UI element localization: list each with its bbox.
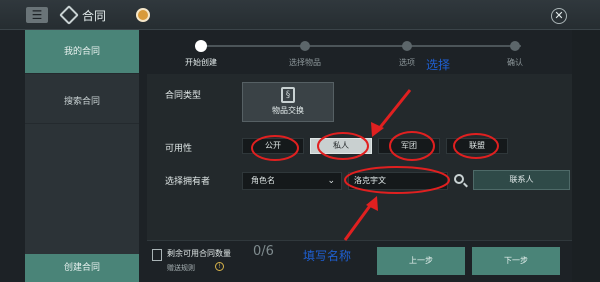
sidebar-item-search-contracts[interactable]: 搜索合同: [25, 80, 139, 124]
window-title: 合同: [82, 9, 107, 23]
gift-rules-label[interactable]: 赠送规则: [167, 263, 195, 273]
remaining-contracts-label: 剩余可用合同数量: [167, 249, 231, 258]
contract-type-label: 合同类型: [165, 91, 202, 101]
main-panel: 开始创建 选择物品 选项 确认 合同类型 § 物品交换 可用性 公开 私人 军团…: [147, 30, 572, 282]
remaining-contracts-count: 0/6: [253, 244, 274, 259]
search-icon[interactable]: [454, 174, 464, 184]
owner-label: 选择拥有者: [165, 177, 211, 187]
chevron-down-icon: ⌄: [327, 176, 335, 186]
previous-step-button[interactable]: 上一步: [377, 247, 465, 275]
right-panel-strip: [572, 30, 600, 282]
contract-type-item-label: 物品交换: [272, 106, 304, 115]
scroll-icon: §: [281, 87, 295, 103]
step-label-select-items: 选择物品: [289, 58, 321, 67]
availability-corporation[interactable]: 军团: [378, 138, 440, 154]
sidebar: 我的合同 搜索合同 创建合同: [25, 30, 139, 282]
step-dot-start: [195, 40, 207, 52]
sidebar-item-my-contracts[interactable]: 我的合同: [25, 30, 139, 74]
next-step-button[interactable]: 下一步: [472, 247, 560, 275]
owner-type-select[interactable]: 角色名 ⌄: [242, 172, 342, 190]
contract-type-item-exchange[interactable]: § 物品交换: [242, 82, 334, 122]
contacts-button[interactable]: 联系人: [473, 170, 570, 190]
radio-icon[interactable]: [136, 8, 150, 22]
footer-bar: 剩余可用合同数量 0/6 赠送规则 ! 上一步 下一步: [147, 240, 572, 282]
title-bar: ☰ 合同 ✕: [0, 0, 600, 30]
hexagon-icon: [59, 5, 79, 25]
annotation-text-choose: 选择: [426, 58, 451, 72]
availability-alliance[interactable]: 联盟: [446, 138, 508, 154]
step-label-confirm: 确认: [507, 58, 523, 67]
owner-name-input[interactable]: 洛克宇文: [348, 172, 448, 190]
warning-icon[interactable]: !: [215, 262, 224, 271]
close-icon[interactable]: ✕: [551, 8, 567, 24]
menu-icon[interactable]: ☰: [26, 7, 48, 23]
document-icon: [152, 249, 162, 261]
owner-type-value: 角色名: [251, 176, 275, 185]
availability-label: 可用性: [165, 144, 193, 154]
availability-public[interactable]: 公开: [242, 138, 304, 154]
step-progress: 开始创建 选择物品 选项 确认: [147, 30, 572, 74]
step-dot-options: [402, 41, 412, 51]
step-dot-confirm: [510, 41, 520, 51]
annotation-text-fill-name: 填写名称: [303, 249, 352, 263]
create-contract-button[interactable]: 创建合同: [25, 254, 139, 282]
step-dot-select-items: [300, 41, 310, 51]
availability-private[interactable]: 私人: [310, 138, 372, 154]
step-line: [201, 45, 521, 47]
step-label-start: 开始创建: [185, 58, 217, 67]
